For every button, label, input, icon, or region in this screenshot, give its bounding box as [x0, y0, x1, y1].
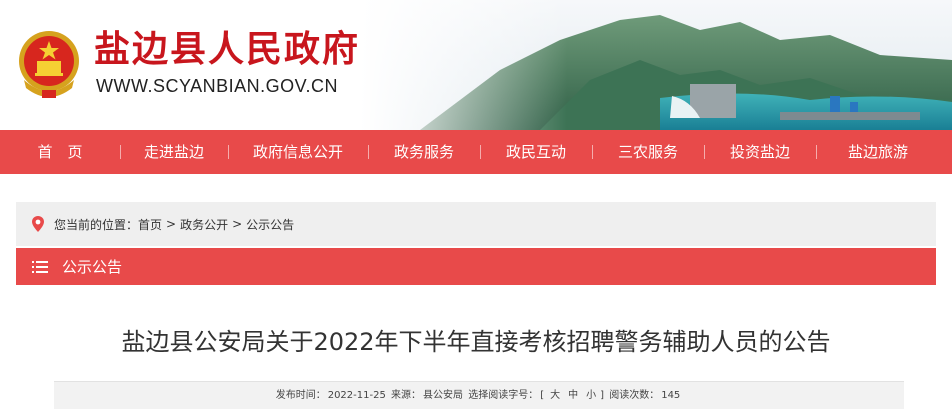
- site-title[interactable]: 盐边县人民政府: [94, 28, 360, 70]
- breadcrumb-bar: 您当前的位置： 首页 > 政务公开 > 公示公告: [16, 202, 936, 246]
- article-meta: 发布时间： 2022-11-25 来源： 县公安局 选择阅读字号：[ 大中小] 阅读次…: [54, 382, 904, 409]
- breadcrumb-separator: >: [166, 217, 177, 231]
- list-icon: [32, 260, 48, 273]
- site-header: 盐边县人民政府 WWW.SCYANBIAN.GOV.CN: [0, 0, 952, 130]
- nav-item-about-yanbian[interactable]: 走进盐边: [120, 130, 228, 174]
- font-size-bracket-close: ]: [600, 390, 605, 401]
- location-pin-icon: [32, 216, 44, 232]
- banner-scenery-image: [360, 0, 952, 130]
- view-count: 145: [661, 390, 681, 401]
- nav-item-gov-services[interactable]: 政务服务: [368, 130, 480, 174]
- article-meta-bar: 发布时间： 2022-11-25 来源： 县公安局 选择阅读字号：[ 大中小] 阅读次…: [54, 381, 904, 409]
- breadcrumb: 您当前的位置： 首页 > 政务公开 > 公示公告: [30, 202, 294, 246]
- section-header: 公示公告: [16, 248, 936, 285]
- national-emblem-icon[interactable]: [14, 28, 84, 100]
- nav-item-investment[interactable]: 投资盐边: [704, 130, 816, 174]
- section-title[interactable]: 公示公告: [62, 256, 122, 277]
- source-label: 来源：: [391, 390, 422, 401]
- breadcrumb-prefix: 您当前的位置：: [54, 217, 139, 232]
- publish-date-label: 发布时间：: [275, 390, 326, 401]
- font-size-medium-button[interactable]: 中: [568, 390, 578, 401]
- breadcrumb-separator: >: [232, 217, 243, 231]
- breadcrumb-notices-link[interactable]: 公示公告: [246, 216, 294, 233]
- nav-item-interaction[interactable]: 政民互动: [480, 130, 592, 174]
- main-nav: 首 页 走进盐边 政府信息公开 政务服务 政民互动 三农服务 投资盐边 盐边旅游: [0, 130, 952, 174]
- breadcrumb-home-link[interactable]: 首页: [138, 216, 162, 233]
- source-value: 县公安局: [423, 390, 464, 401]
- site-url: WWW.SCYANBIAN.GOV.CN: [96, 76, 339, 96]
- nav-item-home[interactable]: 首 页: [0, 130, 120, 174]
- view-count-label: 阅读次数：: [609, 390, 660, 401]
- font-size-large-button[interactable]: 大: [550, 390, 560, 401]
- nav-item-tourism[interactable]: 盐边旅游: [816, 130, 940, 174]
- font-size-label: 选择阅读字号：: [468, 390, 539, 401]
- breadcrumb-gov-affairs-link[interactable]: 政务公开: [180, 216, 228, 233]
- font-size-small-button[interactable]: 小: [586, 390, 596, 401]
- article-title: 盐边县公安局关于2022年下半年直接考核招聘警务辅助人员的公告: [121, 328, 831, 356]
- font-size-bracket-open: [: [540, 390, 545, 401]
- nav-item-gov-info[interactable]: 政府信息公开: [228, 130, 368, 174]
- nav-item-agriculture[interactable]: 三农服务: [592, 130, 704, 174]
- publish-date: 2022-11-25: [327, 390, 386, 401]
